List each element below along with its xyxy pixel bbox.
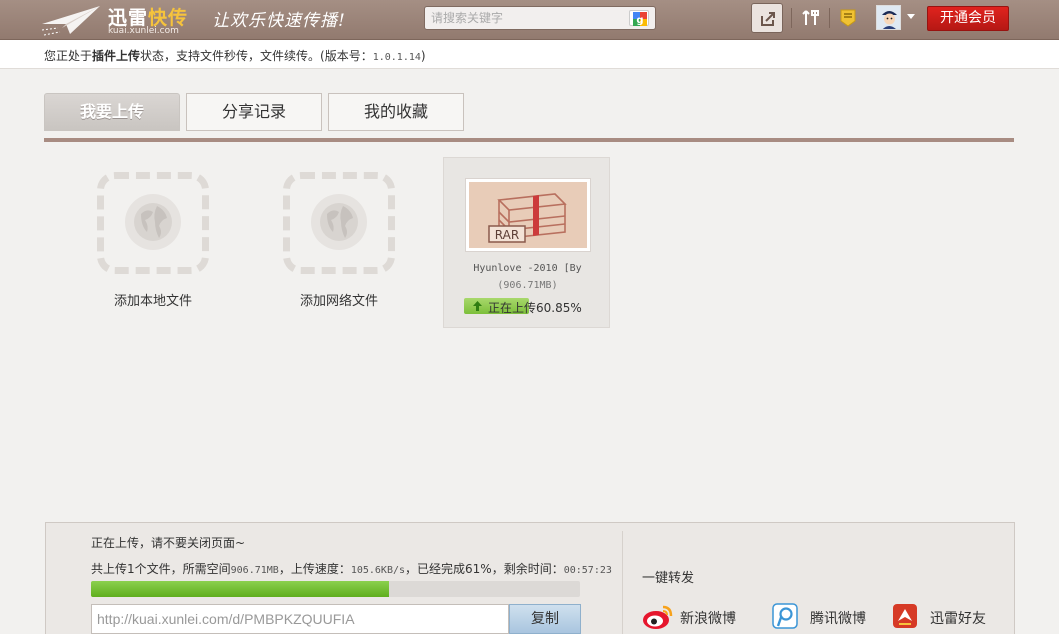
share-link-field[interactable]: http://kuai.xunlei.com/d/PMBPKZQUUFIA (91, 604, 509, 634)
file-size: (906.71MB) (497, 280, 558, 291)
xunlei-friends-icon (893, 604, 917, 628)
search-input[interactable] (431, 7, 623, 29)
upload-warning-text: 正在上传，请不要关闭页面~ (91, 536, 246, 550)
tab-upload[interactable]: 我要上传 (44, 93, 180, 131)
logo-domain: kuai.xunlei.com (108, 26, 179, 36)
tools-icon[interactable] (802, 9, 820, 27)
share-title: 一键转发 (642, 571, 695, 586)
file-name: Hyunlove -2010 [By (473, 263, 582, 274)
sina-weibo-icon (643, 605, 673, 629)
add-local-file-button[interactable]: 添加本地文件 (70, 170, 210, 310)
avatar[interactable] (876, 5, 901, 30)
status-bar: 您正处于插件上传状态，支持文件秒传，文件续传。(版本号：1.0.1.14) (0, 40, 1059, 69)
toolbar-divider (829, 8, 830, 28)
share-sina-label: 新浪微博 (680, 611, 736, 627)
copy-button[interactable]: 复制 (509, 604, 581, 634)
tab-divider (44, 138, 1014, 142)
user-avatar-icon (877, 6, 900, 29)
uploading-file-card[interactable]: RAR Hyunlove -2010 [By (906.71MB) 正在上传60… (443, 157, 610, 328)
overall-progress-fill (91, 581, 390, 597)
file-progress-text: 正在上传60.85% (488, 301, 582, 315)
panel-divider (622, 531, 623, 634)
globe-icon (311, 194, 367, 250)
overall-progress-bar (91, 581, 580, 597)
share-export-button[interactable] (751, 3, 783, 33)
open-vip-button[interactable]: 开通会员 (927, 6, 1009, 31)
slogan: 让欢乐快速传播! (212, 11, 346, 31)
version-number: 1.0.1.14 (372, 52, 421, 63)
share-xunlei-label: 迅雷好友 (930, 611, 986, 627)
svg-text:RAR: RAR (495, 228, 519, 242)
tab-favorites[interactable]: 我的收藏 (328, 93, 464, 131)
status-message: 您正处于插件上传状态，支持文件秒传，文件续传。(版本号：1.0.1.14) (44, 49, 426, 63)
search-box: g (424, 6, 656, 30)
share-tencent-label: 腾讯微博 (810, 611, 866, 627)
paper-plane-icon (41, 6, 100, 36)
upload-stats: 共上传1个文件，所需空间906.71MB，上传速度：105.6KB/s，已经完成… (91, 562, 612, 576)
toolbar-divider (791, 8, 792, 28)
logo[interactable]: 迅雷快传 kuai.xunlei.com (40, 2, 200, 38)
rar-archive-icon: RAR (488, 193, 567, 243)
upload-status-panel: 正在上传，请不要关闭页面~ 共上传1个文件，所需空间906.71MB，上传速度：… (45, 522, 1015, 634)
upload-arrow-icon (473, 301, 482, 311)
globe-icon (125, 194, 181, 250)
tab-share-history[interactable]: 分享记录 (186, 93, 322, 131)
export-icon (761, 12, 775, 26)
top-header: 迅雷快传 kuai.xunlei.com 让欢乐快速传播! g (0, 0, 1059, 40)
file-thumbnail: RAR (465, 178, 591, 252)
tencent-weibo-icon (772, 603, 798, 629)
search-button[interactable]: g (629, 10, 649, 26)
add-web-file-button[interactable]: 添加网络文件 (256, 170, 396, 310)
add-local-file-label: 添加本地文件 (113, 294, 192, 309)
file-progress-bar: 正在上传60.85% (464, 298, 594, 315)
badge-icon[interactable] (839, 8, 857, 28)
add-web-file-label: 添加网络文件 (299, 294, 378, 309)
svg-text:g: g (636, 15, 643, 26)
search-engine-icon: g (633, 12, 647, 26)
chevron-down-icon[interactable] (907, 14, 915, 19)
